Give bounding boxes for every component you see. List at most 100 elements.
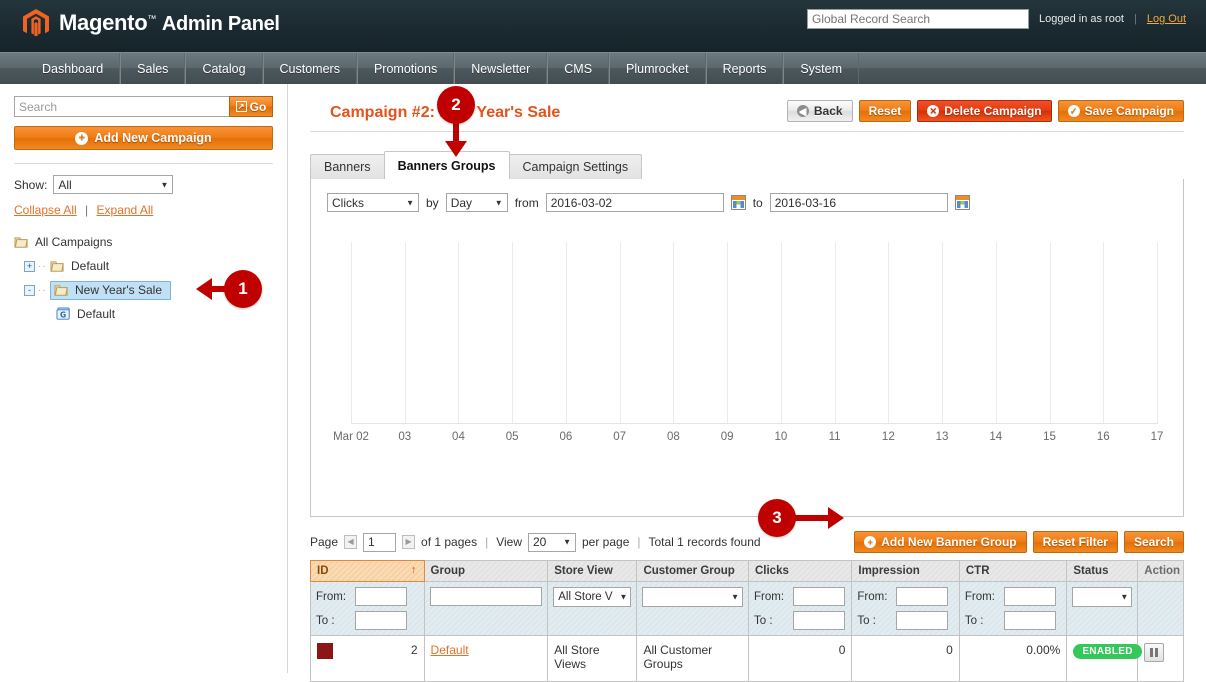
check-circle-icon: ✓ [1067, 105, 1080, 117]
prev-page-button[interactable]: ◀ [344, 535, 358, 549]
from-label: From: [316, 590, 347, 603]
chart-gridline [619, 242, 621, 424]
annotation-badge-3: 3 [758, 499, 796, 537]
tab-banners[interactable]: Banners [310, 154, 385, 179]
period-select[interactable]: Day ▼ [445, 193, 508, 212]
group-link[interactable]: Default [431, 643, 469, 657]
filter-cell-action [1137, 581, 1184, 636]
from-date-input[interactable] [545, 193, 724, 212]
to-label: To : [857, 614, 876, 627]
column-header-clicks[interactable]: Clicks [747, 560, 853, 582]
chart-gridline [512, 242, 514, 424]
tree-item-label: New Year's Sale [75, 283, 163, 297]
calendar-icon[interactable] [954, 195, 970, 210]
expand-toggle-icon[interactable]: + [24, 260, 35, 272]
banner-groups-table: ID ↑ Group Store View Customer Group Cli… [310, 560, 1184, 682]
tab-campaign-settings[interactable]: Campaign Settings [508, 154, 643, 179]
table-row[interactable]: 2 Default All Store Views All Customer G… [310, 635, 1184, 682]
id-from-input[interactable] [355, 587, 407, 606]
next-page-button[interactable]: ▶ [402, 535, 416, 549]
back-button[interactable]: ◀ Back [786, 100, 853, 122]
chart-x-tick-label: 17 [1150, 431, 1164, 443]
per-page-select[interactable]: 20 ▼ [528, 532, 576, 552]
impression-to-input[interactable] [896, 611, 949, 630]
column-header-ctr[interactable]: CTR [958, 560, 1068, 582]
reset-filter-label: Reset Filter [1042, 535, 1108, 549]
sidebar-search-input[interactable] [14, 96, 229, 117]
column-label: Impression [858, 565, 920, 577]
nav-item-newsletter[interactable]: Newsletter [454, 53, 548, 84]
column-header-impression[interactable]: Impression [851, 560, 960, 582]
cell-action [1137, 635, 1184, 682]
save-campaign-button[interactable]: ✓ Save Campaign [1057, 100, 1184, 122]
to-date-input[interactable] [769, 193, 948, 212]
impression-from-input[interactable] [896, 587, 949, 606]
banner-groups-grid: Page ◀ ▶ of 1 pages | View 20 ▼ per page… [310, 531, 1184, 682]
chart-x-tick-label: 13 [935, 431, 949, 443]
global-search-input[interactable] [806, 9, 1029, 29]
chart-gridline [458, 242, 460, 424]
nav-item-catalog[interactable]: Catalog [185, 53, 263, 84]
tree-links-separator: | [85, 203, 89, 217]
go-button-label: Go [249, 99, 267, 114]
pause-icon[interactable] [1144, 643, 1165, 662]
page-number-input[interactable] [363, 532, 397, 552]
status-filter-select[interactable]: ▼ [1072, 587, 1133, 607]
collapse-all-link[interactable]: Collapse All [14, 203, 77, 217]
arrow-down-icon [445, 141, 467, 157]
expand-all-link[interactable]: Expand All [97, 203, 154, 217]
ctr-to-input[interactable] [1003, 611, 1056, 630]
store-view-filter-select[interactable]: All Store V ▼ [553, 587, 632, 607]
status-badge: ENABLED [1073, 644, 1142, 659]
nav-item-promotions[interactable]: Promotions [356, 53, 455, 84]
add-new-banner-group-button[interactable]: + Add New Banner Group [854, 531, 1027, 553]
nav-item-reports[interactable]: Reports [705, 53, 784, 84]
reset-button[interactable]: Reset [858, 100, 912, 122]
color-swatch [317, 643, 333, 659]
nav-item-plumrocket[interactable]: Plumrocket [609, 53, 706, 84]
nav-item-system[interactable]: System [783, 53, 860, 84]
nav-item-cms[interactable]: CMS [547, 53, 610, 84]
show-select[interactable]: All ▼ [53, 175, 174, 194]
search-button[interactable]: Search [1123, 531, 1184, 553]
nav-item-sales[interactable]: Sales [120, 53, 186, 84]
sidebar-divider [14, 163, 273, 164]
nav-item-customers[interactable]: Customers [262, 53, 357, 84]
to-label: to [752, 195, 763, 210]
column-header-id[interactable]: ID ↑ [310, 560, 425, 582]
clicks-from-input[interactable] [792, 587, 845, 606]
chart-x-axis [351, 423, 1157, 424]
id-to-input[interactable] [355, 611, 407, 630]
filter-cell-id: From: To : [310, 581, 425, 636]
ctr-from-input[interactable] [1003, 587, 1056, 606]
logout-link[interactable]: Log Out [1147, 13, 1186, 25]
to-label: To : [753, 614, 773, 627]
column-header-customer-group[interactable]: Customer Group [636, 560, 749, 582]
grid-action-buttons: + Add New Banner Group Reset Filter Sear… [854, 531, 1184, 553]
page-label: Page [310, 535, 339, 549]
store-view-filter-value: All Store V [558, 591, 613, 603]
cell-id-value: 2 [410, 643, 418, 657]
tree-item-all-campaigns[interactable]: All Campaigns [14, 230, 273, 254]
add-new-campaign-button[interactable]: + Add New Campaign [14, 126, 273, 150]
column-header-group[interactable]: Group [423, 560, 549, 582]
customer-group-filter-select[interactable]: ▼ [642, 587, 743, 607]
tree-connector: ·· [38, 260, 47, 272]
nav-item-dashboard[interactable]: Dashboard [26, 53, 121, 84]
header-separator: | [1134, 13, 1137, 25]
column-header-store-view[interactable]: Store View [547, 560, 638, 582]
reset-filter-button[interactable]: Reset Filter [1032, 531, 1118, 553]
column-header-status[interactable]: Status [1066, 560, 1139, 582]
logo[interactable]: Magento™ Admin Panel [22, 8, 280, 38]
annotation-3: 3 [758, 499, 848, 537]
logged-in-label: Logged in as root [1038, 13, 1124, 25]
total-records-label: Total 1 records found [648, 535, 761, 549]
go-button[interactable]: ↗ Go [229, 96, 273, 117]
delete-campaign-button[interactable]: ✕ Delete Campaign [917, 100, 1052, 122]
filter-cell-clicks: From: To : [747, 581, 853, 636]
collapse-toggle-icon[interactable]: - [24, 284, 35, 296]
clicks-to-input[interactable] [792, 611, 845, 630]
group-filter-input[interactable] [429, 587, 543, 606]
metric-select[interactable]: Clicks ▼ [327, 193, 419, 212]
calendar-icon[interactable] [730, 195, 746, 210]
